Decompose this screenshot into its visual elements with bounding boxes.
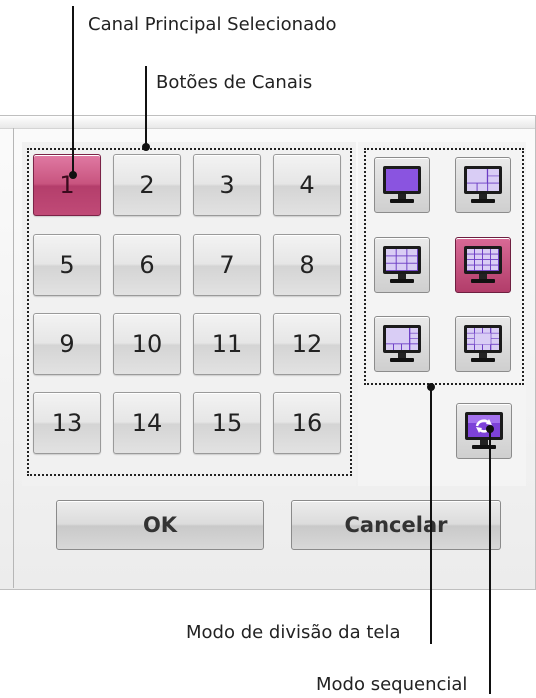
channel-button-5[interactable]: 5 [33,234,101,296]
channel-button-2[interactable]: 2 [113,154,181,216]
channel-button-16[interactable]: 16 [273,392,341,454]
leader-line-sequential-mode [489,428,491,694]
channel-button-12[interactable]: 12 [273,313,341,375]
split-mode-button-6[interactable] [455,316,511,372]
annotation-sequential-mode: Modo sequencial [316,674,468,695]
leader-line-channel-buttons [145,66,147,146]
split-mode-button-1[interactable] [374,157,430,213]
split-8-icon [383,325,421,362]
annotation-split-mode: Modo de divisão da tela [186,622,401,643]
split-mode-button-5[interactable] [374,316,430,372]
leader-dot-split-mode [427,383,435,391]
leader-dot-sequential-mode [486,425,494,433]
split-6-icon [464,166,502,203]
channel-button-1[interactable]: 1 [33,154,101,216]
channel-button-4[interactable]: 4 [273,154,341,216]
dialog-header [0,116,535,129]
split-mode-button-3[interactable] [374,237,430,293]
leader-dot-channel-buttons [142,143,150,151]
leader-line-main-channel [72,6,74,174]
split-mode-button-4[interactable] [455,237,511,293]
channel-button-11[interactable]: 11 [193,313,261,375]
split-16-icon [464,246,502,283]
channel-button-3[interactable]: 3 [193,154,261,216]
leader-dot-main-channel [69,171,77,179]
channel-button-14[interactable]: 14 [113,392,181,454]
channel-button-15[interactable]: 15 [193,392,261,454]
channel-button-6[interactable]: 6 [113,234,181,296]
cancel-button[interactable]: Cancelar [291,500,501,550]
annotation-channel-buttons: Botões de Canais [156,72,313,93]
channel-button-10[interactable]: 10 [113,313,181,375]
split-13-icon [464,325,502,362]
channel-button-13[interactable]: 13 [33,392,101,454]
split-9-icon [383,246,421,283]
channel-button-7[interactable]: 7 [193,234,261,296]
split-mode-button-2[interactable] [455,157,511,213]
split-1-icon [383,166,421,203]
sequence-cycle-icon [465,412,503,449]
channel-button-8[interactable]: 8 [273,234,341,296]
dialog-border [13,128,14,588]
ok-button[interactable]: OK [56,500,264,550]
channel-button-9[interactable]: 9 [33,313,101,375]
leader-line-split-mode [430,386,432,644]
annotation-main-channel: Canal Principal Selecionado [88,14,337,35]
sequential-mode-button[interactable] [456,403,512,459]
